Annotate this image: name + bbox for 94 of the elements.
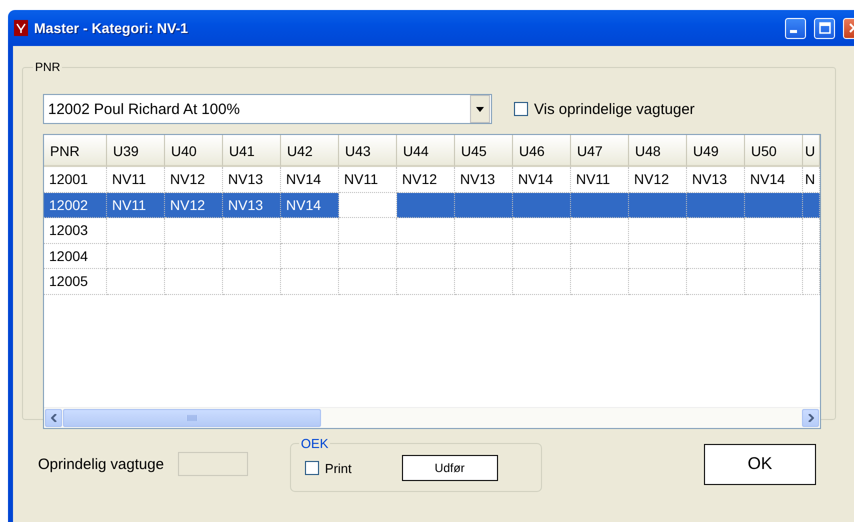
table-cell <box>107 218 165 244</box>
table-cell <box>455 244 513 269</box>
input-field[interactable] <box>178 452 248 476</box>
table-cell: NV11 <box>107 192 165 218</box>
table-cell <box>107 269 165 294</box>
table-cell <box>223 269 281 294</box>
table-cell: NV12 <box>165 192 223 218</box>
table-cell <box>687 192 745 218</box>
maximize-icon <box>818 22 830 34</box>
table-cell <box>455 192 513 218</box>
table-cell <box>571 192 629 218</box>
checkbox-label: Vis oprindelige vagtuger <box>534 100 695 118</box>
employee-dropdown[interactable]: 12002 Poul Richard At 100% <box>43 94 492 124</box>
grid-row[interactable]: 12005 <box>44 269 820 294</box>
column-header[interactable]: U48 <box>629 135 687 167</box>
scroll-left-icon[interactable] <box>45 409 62 427</box>
table-cell <box>223 218 281 244</box>
grid-row[interactable]: 12003 <box>44 218 820 244</box>
table-cell <box>687 218 745 244</box>
table-cell <box>107 244 165 269</box>
table-cell <box>513 244 571 269</box>
column-header[interactable]: U44 <box>397 135 455 167</box>
grid-row[interactable]: 12004 <box>44 244 820 269</box>
table-cell <box>165 218 223 244</box>
table-cell <box>571 218 629 244</box>
table-cell <box>223 244 281 269</box>
window-title: Master - Kategori: NV-1 <box>34 20 190 36</box>
grid-row[interactable]: 12002 NV11 NV12 NV13 NV14 <box>44 192 820 218</box>
table-cell <box>455 218 513 244</box>
app-icon <box>14 20 28 36</box>
horizontal-scrollbar[interactable] <box>44 407 820 428</box>
table-cell: NV13 <box>223 192 281 218</box>
table-cell <box>397 244 455 269</box>
table-cell <box>745 192 803 218</box>
table-cell: NV14 <box>281 192 339 218</box>
table-cell <box>803 192 820 218</box>
table-cell: 12005 <box>44 269 107 294</box>
table-cell <box>629 244 687 269</box>
table-cell <box>803 269 820 294</box>
table-cell <box>745 244 803 269</box>
table-cell <box>455 269 513 294</box>
column-header[interactable]: U47 <box>571 135 629 167</box>
table-cell <box>397 269 455 294</box>
checkbox[interactable] <box>514 102 528 116</box>
table-cell <box>629 218 687 244</box>
table-cell <box>513 269 571 294</box>
table-cell: 12002 <box>44 192 107 218</box>
table-cell <box>281 244 339 269</box>
minimize-icon <box>790 30 797 32</box>
table-cell <box>281 218 339 244</box>
table-cell <box>571 244 629 269</box>
table-cell <box>397 218 455 244</box>
table-cell <box>339 269 397 294</box>
table-cell <box>687 244 745 269</box>
column-header[interactable]: U <box>803 135 820 167</box>
column-header[interactable]: U45 <box>455 135 513 167</box>
column-header[interactable]: U50 <box>745 135 803 167</box>
maximize-button[interactable] <box>814 18 835 38</box>
checkbox[interactable] <box>304 461 319 475</box>
column-header[interactable]: U42 <box>281 135 339 167</box>
table-cell <box>339 244 397 269</box>
table-cell <box>571 269 629 294</box>
table-cell <box>281 269 339 294</box>
minimize-button[interactable] <box>785 18 806 38</box>
table-cell <box>803 244 820 269</box>
table-cell <box>803 218 820 244</box>
field-label: Oprindelig vagtuge <box>38 456 164 472</box>
table-cell <box>165 269 223 294</box>
scroll-thumb[interactable] <box>63 409 321 427</box>
table-cell <box>513 192 571 218</box>
table-cell <box>687 269 745 294</box>
column-header[interactable]: PNR <box>44 135 107 167</box>
table-cell <box>165 244 223 269</box>
table-cell <box>629 192 687 218</box>
checkbox-label: Print <box>324 460 352 476</box>
table-cell: 12003 <box>44 218 107 244</box>
column-header[interactable]: U43 <box>339 135 397 167</box>
column-header[interactable]: U39 <box>107 135 165 167</box>
column-header[interactable]: U46 <box>513 135 571 167</box>
scroll-right-icon[interactable] <box>802 409 819 427</box>
ok-button[interactable]: OK <box>704 444 816 484</box>
run-button[interactable]: Udfør <box>402 455 498 481</box>
table-cell <box>513 218 571 244</box>
group-label: PNR <box>34 60 62 74</box>
column-header[interactable]: U40 <box>165 135 223 167</box>
column-header[interactable]: U41 <box>223 135 281 167</box>
table-cell <box>397 192 455 218</box>
group-label: OEK <box>300 436 330 451</box>
table-cell <box>745 269 803 294</box>
table-cell <box>745 218 803 244</box>
column-header[interactable]: U49 <box>687 135 745 167</box>
table-cell <box>339 218 397 244</box>
table-cell: 12004 <box>44 244 107 269</box>
table-cell <box>629 269 687 294</box>
